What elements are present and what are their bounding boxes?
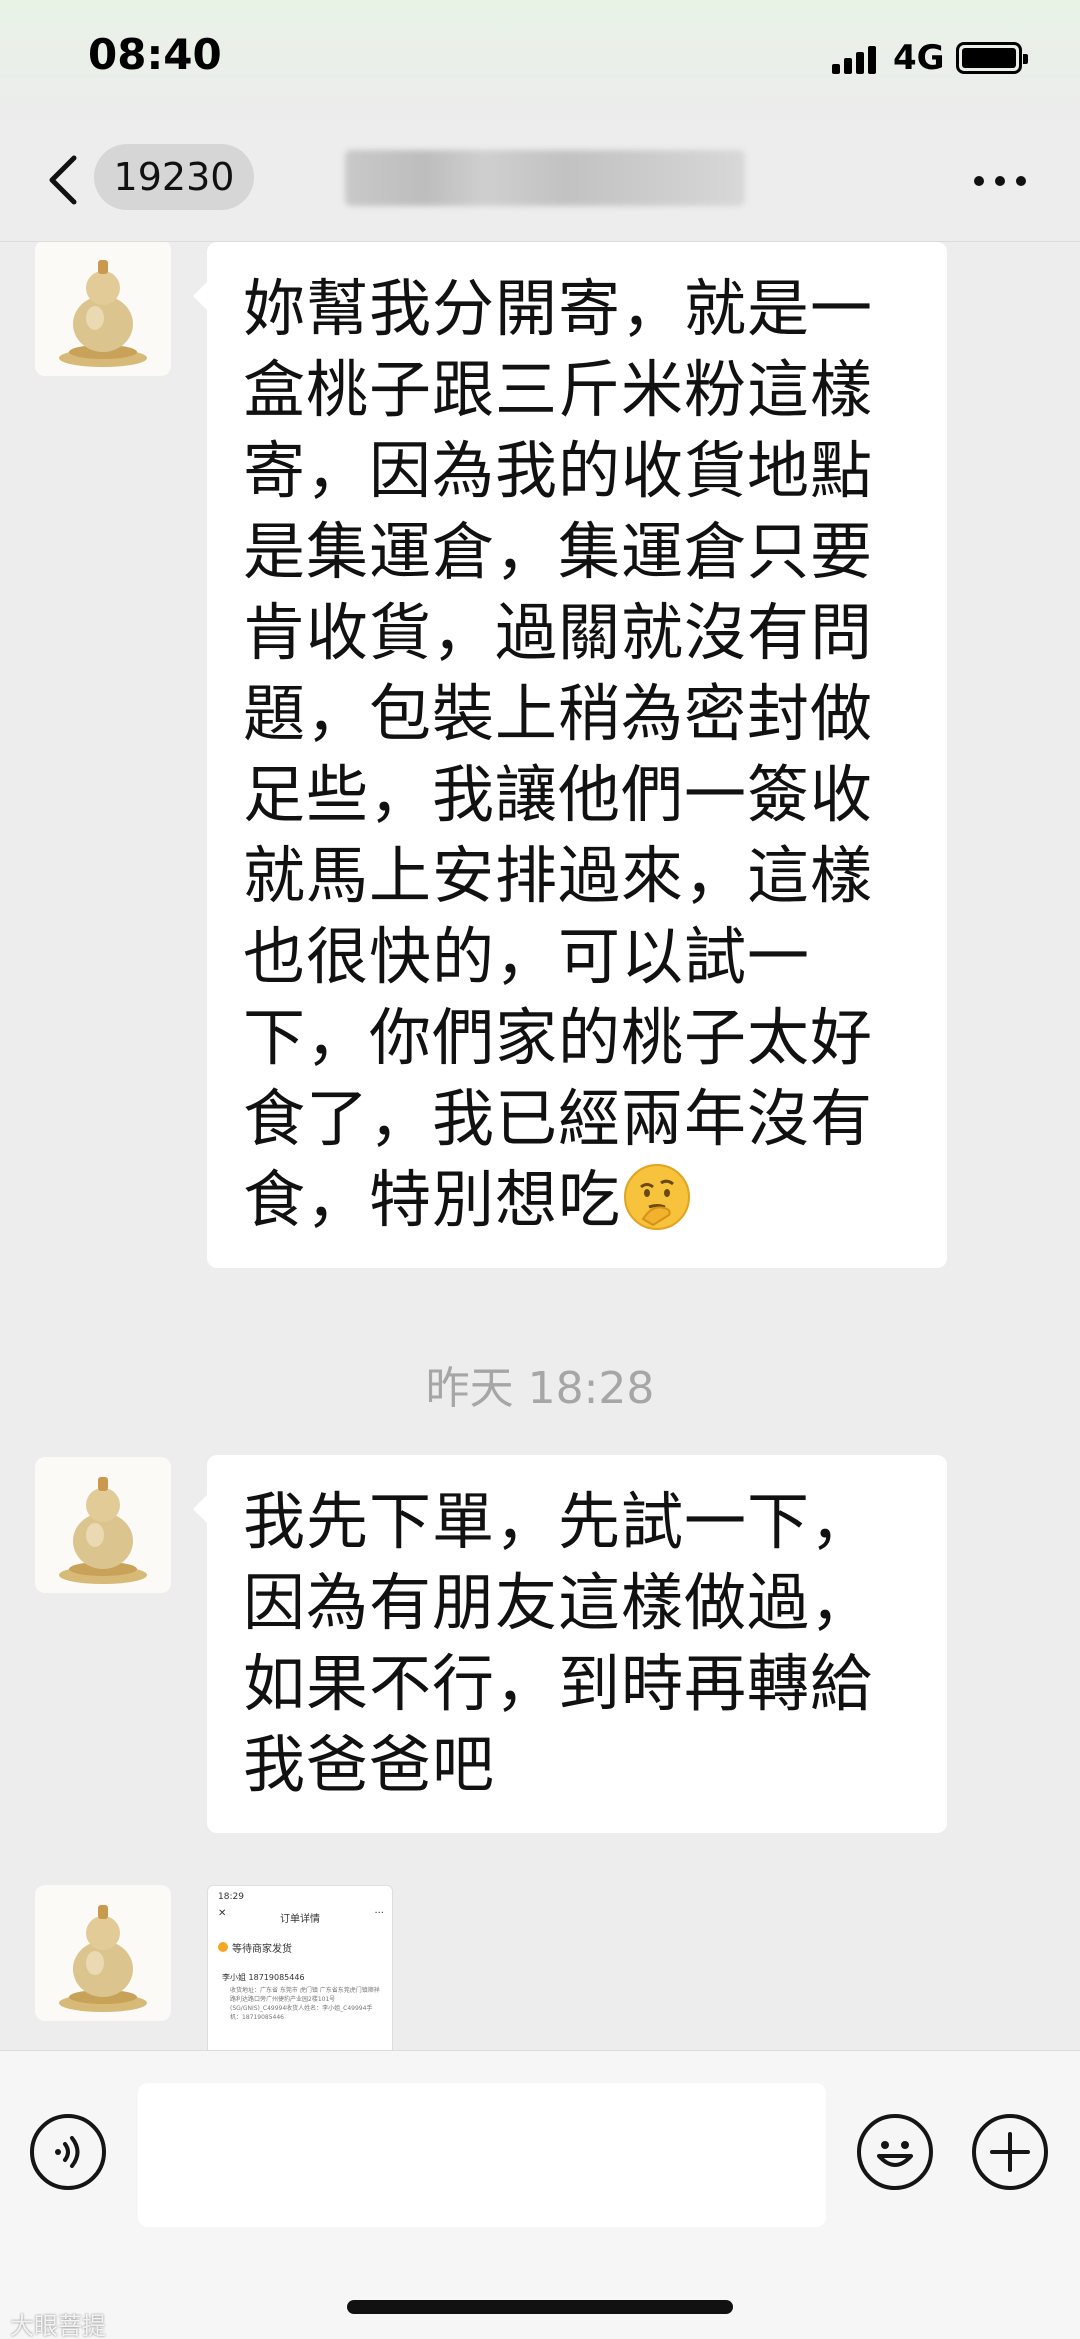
gourd-avatar-icon <box>59 260 147 367</box>
status-time: 08:40 <box>88 30 222 79</box>
chevron-left-icon <box>49 155 77 205</box>
emoji-button[interactable] <box>857 2114 933 2190</box>
unread-count-badge[interactable]: 19230 <box>94 144 254 210</box>
smiley-icon <box>877 2141 913 2167</box>
voice-icon <box>55 2136 80 2168</box>
message-text: 妳幫我分開寄，就是一盒桃子跟三斤米粉這樣寄，因為我的收貨地點是集運倉，集運倉只要… <box>243 272 874 1236</box>
image-order-title: 订单详情 <box>280 1914 320 1925</box>
more-button[interactable] <box>970 164 1030 194</box>
message-text: 我先下單，先試一下，因為有朋友這樣做過，如果不行，到時再轉給我爸爸吧 <box>243 1485 874 1801</box>
home-indicator[interactable] <box>347 2300 733 2314</box>
status-bar: 08:40 4G <box>0 0 1080 120</box>
contact-avatar[interactable] <box>35 242 171 376</box>
chat-area[interactable]: 妳幫我分開寄，就是一盒桃子跟三斤米粉這樣寄，因為我的收貨地點是集運倉，集運倉只要… <box>0 242 1080 2050</box>
thinking-face-emoji-icon <box>621 1161 693 1233</box>
voice-button[interactable] <box>30 2114 106 2190</box>
more-functions-button[interactable] <box>972 2114 1048 2190</box>
nav-bar: 19230 <box>0 120 1080 242</box>
message-timestamp: 昨天 18:28 <box>425 1363 655 1414</box>
battery-icon <box>956 42 1028 74</box>
message-input[interactable] <box>138 2083 826 2227</box>
gourd-avatar-icon <box>59 1477 147 1584</box>
image-message[interactable]: 18:29 ✕ 订单详情 ··· 等待商家发货 李小姐 18719085446 … <box>207 1885 393 2050</box>
image-order-status: 等待商家发货 <box>232 1944 292 1955</box>
contact-name-blurred <box>345 150 745 206</box>
back-button[interactable] <box>40 150 90 210</box>
image-recipient: 李小姐 18719085446 <box>222 1973 305 1982</box>
image-more-icon: ··· <box>374 1908 384 1919</box>
ellipsis-icon <box>974 176 984 186</box>
signal-strength-icon <box>832 44 878 74</box>
input-bar <box>0 2050 1080 2339</box>
network-type: 4G <box>893 38 945 78</box>
gourd-avatar-icon <box>59 1905 147 2012</box>
order-status-icon <box>218 1942 228 1952</box>
message-bubble[interactable]: 我先下單，先試一下，因為有朋友這樣做過，如果不行，到時再轉給我爸爸吧 <box>193 1455 947 1833</box>
image-status-time: 18:29 <box>218 1892 244 1902</box>
contact-avatar[interactable] <box>35 1885 171 2021</box>
image-address: 收货地址：广东省 东莞市 虎门镇 广东省东莞虎门镇顺祥路利达路口旁广州捷豹产业园… <box>230 1987 380 2021</box>
plus-icon <box>990 2132 1030 2172</box>
contact-avatar[interactable] <box>35 1457 171 1593</box>
watermark: 大眼菩提 <box>10 2312 106 2339</box>
message-bubble[interactable]: 妳幫我分開寄，就是一盒桃子跟三斤米粉這樣寄，因為我的收貨地點是集運倉，集運倉只要… <box>193 242 947 1268</box>
